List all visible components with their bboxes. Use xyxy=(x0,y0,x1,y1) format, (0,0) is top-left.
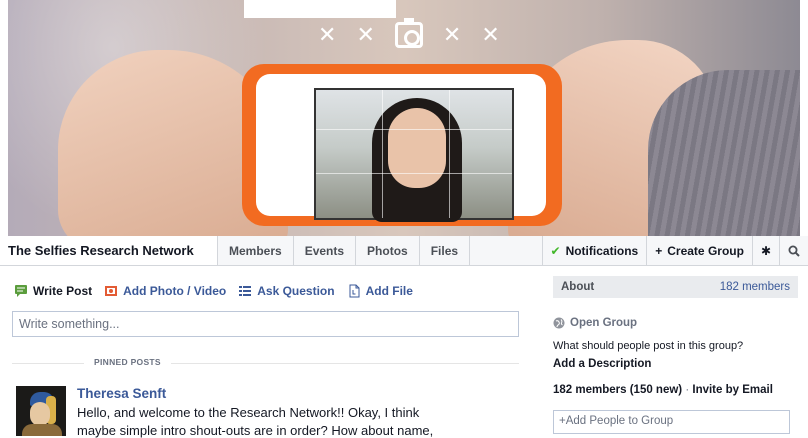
cover-phone xyxy=(242,64,562,226)
privacy-label: Open Group xyxy=(570,317,638,329)
phone-screen xyxy=(314,88,514,222)
write-post-icon xyxy=(15,285,27,297)
avatar[interactable] xyxy=(16,386,66,436)
camera-grid xyxy=(316,90,512,218)
search-icon xyxy=(788,245,800,257)
check-icon: ✔ xyxy=(550,243,561,258)
description-prompt: What should people post in this group? xyxy=(553,340,744,352)
pinned-posts-divider: PINNED POSTS xyxy=(12,356,519,370)
x-icon: ✕ xyxy=(318,22,337,47)
cover-banner xyxy=(244,0,396,18)
x-icon: ✕ xyxy=(442,22,462,47)
notifications-button[interactable]: ✔ Notifications xyxy=(543,236,648,265)
nav-spacer xyxy=(470,236,543,265)
add-file-label: Add File xyxy=(365,284,413,298)
create-group-label: Create Group xyxy=(667,243,744,258)
post-line: maybe simple intro shout-outs are in ord… xyxy=(77,423,434,438)
question-list-icon xyxy=(239,286,252,296)
pinned-posts-label: PINNED POSTS xyxy=(84,357,171,367)
write-something-input[interactable]: Write something... xyxy=(12,311,519,337)
search-button[interactable] xyxy=(780,236,808,265)
camera-icon xyxy=(394,18,423,48)
plus-icon: + xyxy=(559,415,566,427)
write-post-button[interactable]: Write Post xyxy=(14,284,92,298)
avatar-body xyxy=(22,424,62,436)
add-photo-video-label: Add Photo / Video xyxy=(123,284,227,298)
create-group-button[interactable]: + Create Group xyxy=(647,236,753,265)
ask-question-label: Ask Question xyxy=(257,284,335,298)
cover-icon-row: ✕ ✕ ✕ ✕ xyxy=(318,18,500,48)
cover-sleeve xyxy=(648,70,800,236)
add-people-placeholder: Add People to Group xyxy=(565,415,674,427)
globe-icon xyxy=(553,317,565,329)
x-icon: ✕ xyxy=(481,22,500,47)
add-description-link[interactable]: Add a Description xyxy=(553,358,651,370)
tab-photos[interactable]: Photos xyxy=(356,236,420,265)
ask-question-button[interactable]: Ask Question xyxy=(238,284,335,298)
member-count-link[interactable]: 182 members xyxy=(720,281,790,293)
tab-events[interactable]: Events xyxy=(294,236,357,265)
tab-members[interactable]: Members xyxy=(218,236,294,265)
cover-photo: ✕ ✕ ✕ ✕ xyxy=(8,0,800,236)
separator-dot: · xyxy=(685,384,690,396)
composer-actions: Write Post Add Photo / Video Ask Questio… xyxy=(14,284,413,298)
file-icon xyxy=(349,284,360,298)
about-title: About xyxy=(561,281,595,293)
add-photo-video-button[interactable]: Add Photo / Video xyxy=(104,284,226,298)
photo-icon xyxy=(105,286,118,296)
members-summary-row: 182 members (150 new) · Invite by Email xyxy=(553,384,773,396)
about-header: About 182 members xyxy=(553,276,798,298)
phone-bezel xyxy=(256,74,546,222)
privacy-row: Open Group xyxy=(553,317,637,329)
post-author[interactable]: Theresa Senft xyxy=(77,386,166,401)
avatar-face xyxy=(30,402,50,426)
group-nav-bar: The Selfies Research Network Members Eve… xyxy=(0,236,808,266)
invite-by-email-link[interactable]: Invite by Email xyxy=(692,384,773,396)
write-post-label: Write Post xyxy=(33,284,93,298)
group-name[interactable]: The Selfies Research Network xyxy=(0,236,218,265)
post-line: Hello, and welcome to the Research Netwo… xyxy=(77,405,420,420)
notifications-label: Notifications xyxy=(565,243,639,258)
members-summary[interactable]: 182 members (150 new) xyxy=(553,384,682,396)
settings-button[interactable]: ✱ xyxy=(753,236,780,265)
plus-icon: + xyxy=(655,243,663,258)
gear-icon: ✱ xyxy=(760,243,771,258)
tab-files[interactable]: Files xyxy=(420,236,471,265)
x-icon: ✕ xyxy=(356,22,375,47)
add-file-button[interactable]: Add File xyxy=(347,284,413,298)
post-body: Hello, and welcome to the Research Netwo… xyxy=(77,404,497,438)
add-people-input[interactable]: +Add People to Group xyxy=(553,410,790,434)
